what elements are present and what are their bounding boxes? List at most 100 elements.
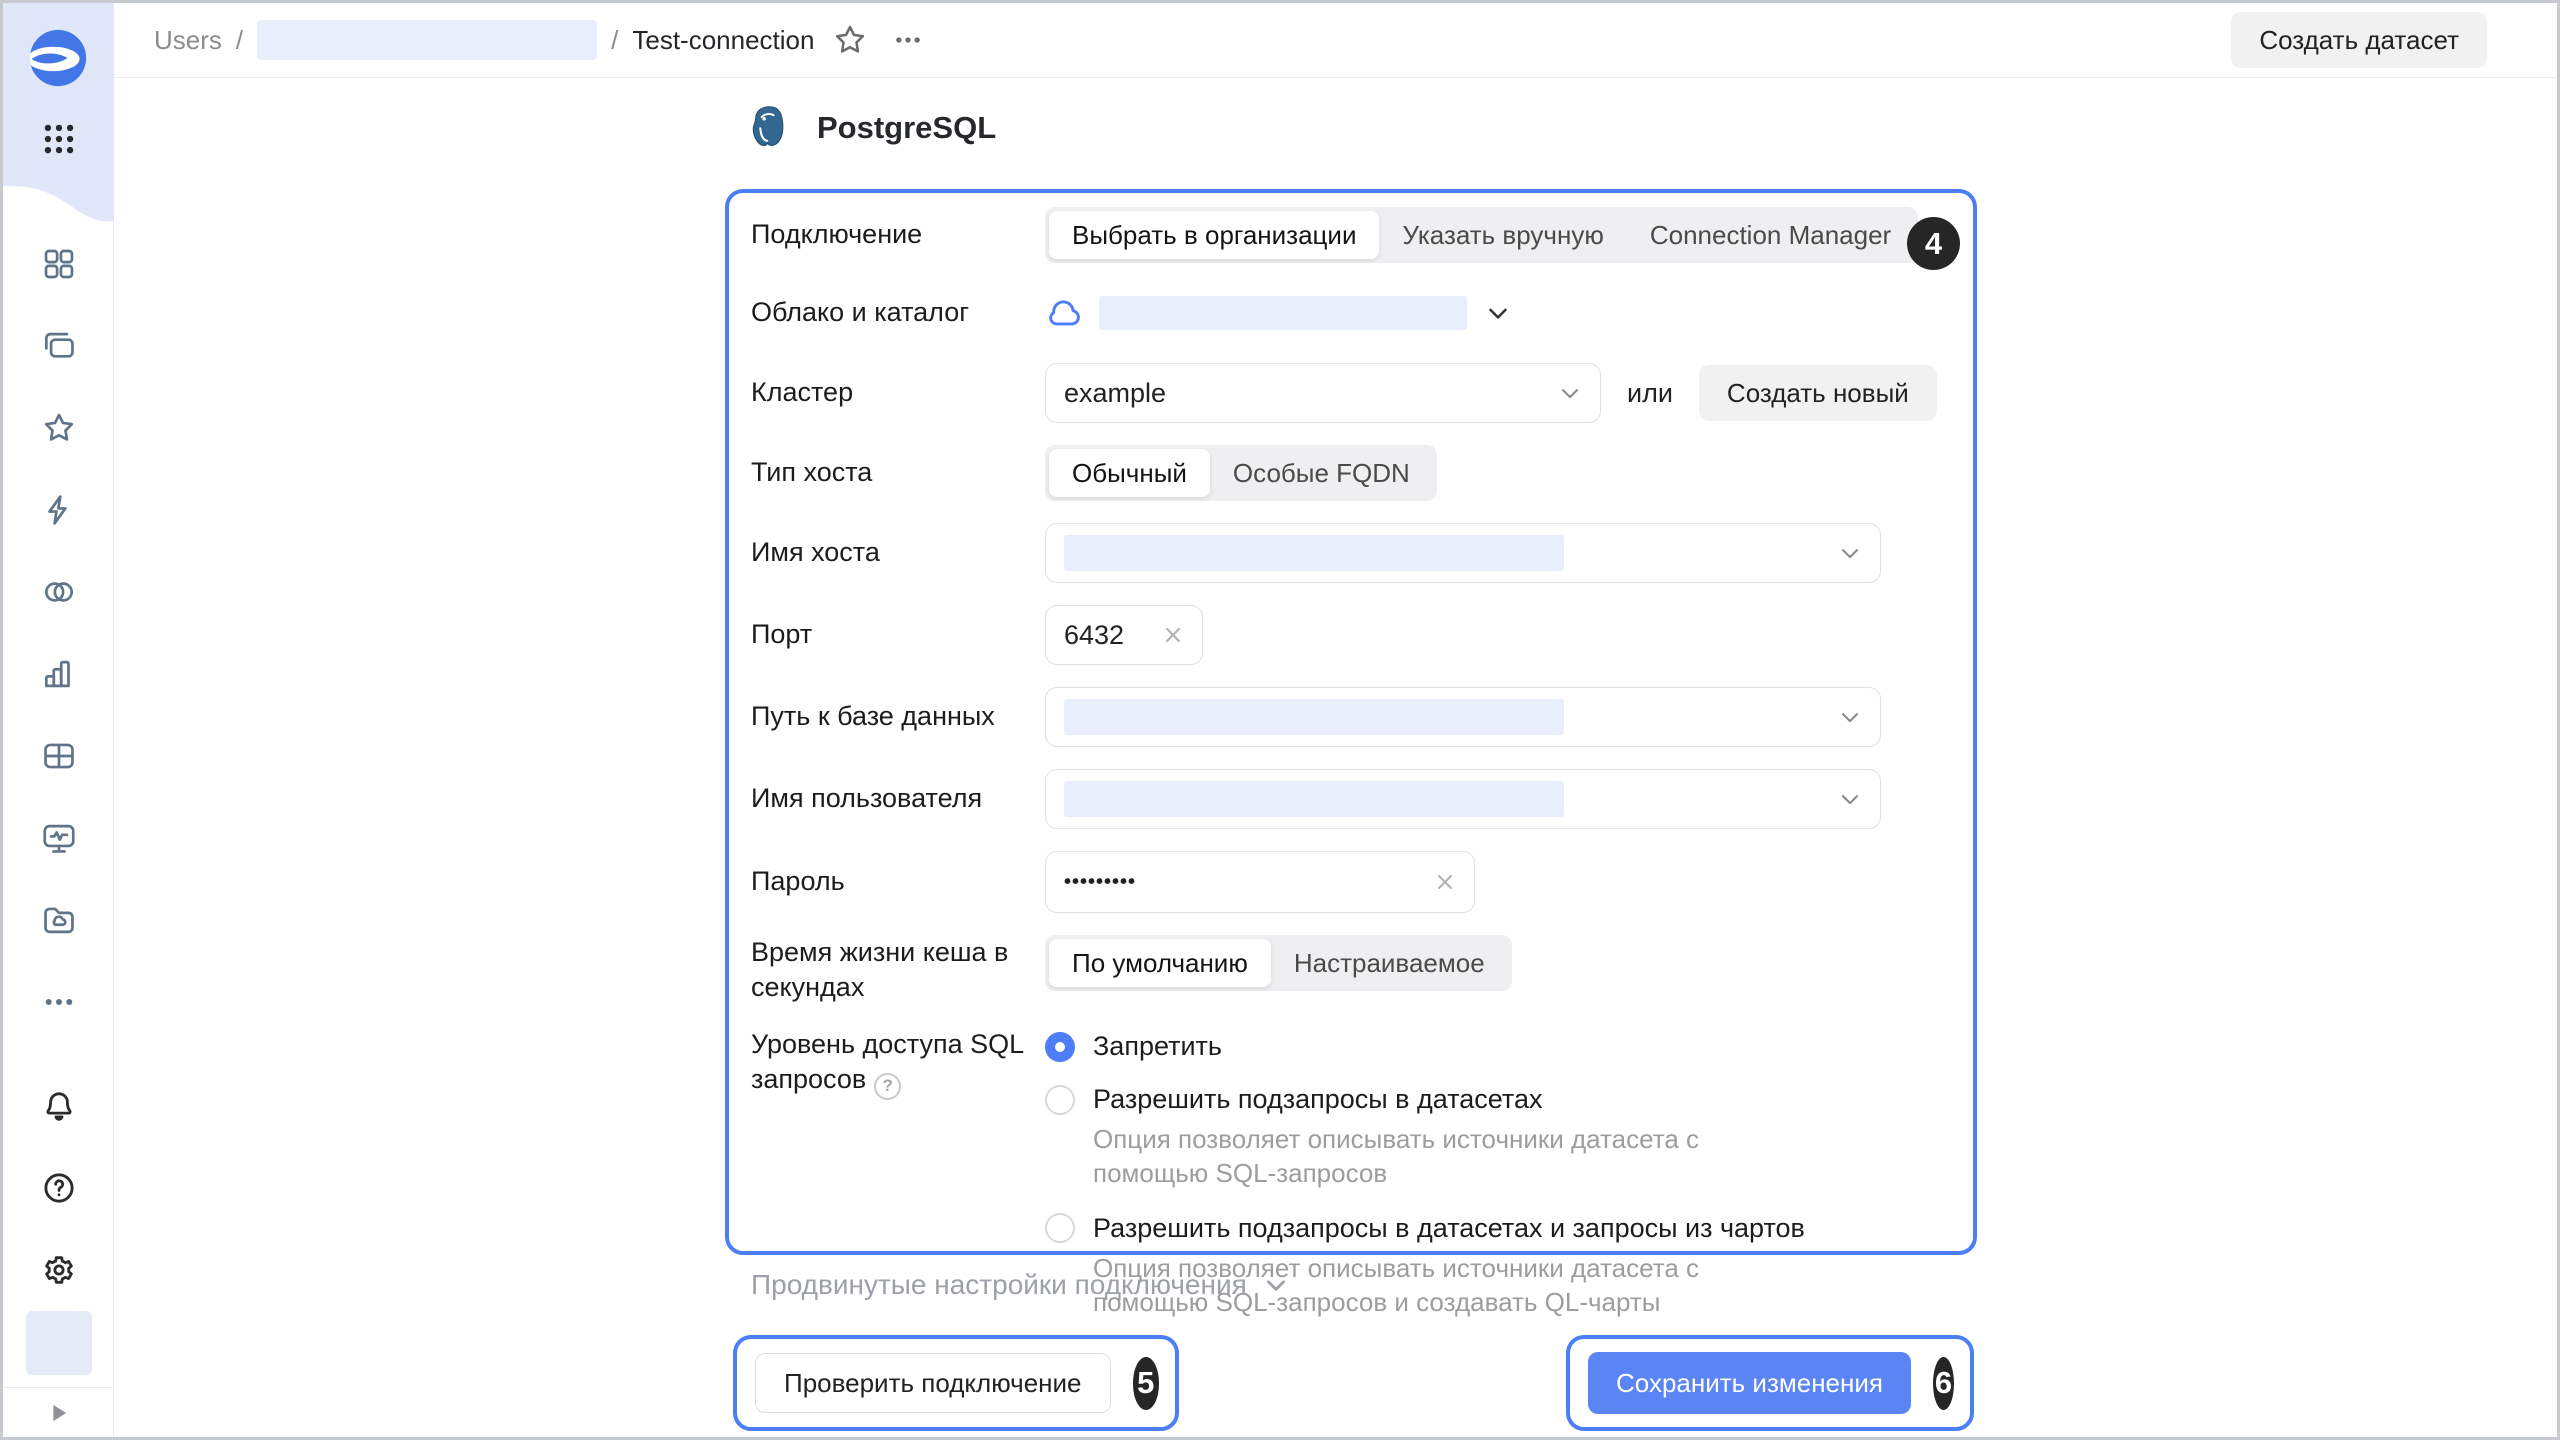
tab-host-fqdn[interactable]: Особые FQDN <box>1210 449 1433 497</box>
page-title: PostgreSQL <box>817 110 997 145</box>
clear-icon[interactable] <box>1432 869 1458 895</box>
connection-tabs: Выбрать в организации Указать вручную Co… <box>1045 207 1919 263</box>
db-path-redacted-value <box>1064 699 1564 735</box>
charts-icon[interactable] <box>40 655 78 693</box>
more-menu-icon[interactable] <box>886 18 930 62</box>
page-header: PostgreSQL <box>745 103 996 153</box>
tab-choose-in-org[interactable]: Выбрать в организации <box>1049 211 1380 259</box>
favorites-star-icon[interactable] <box>40 409 78 447</box>
tab-manual[interactable]: Указать вручную <box>1379 211 1626 259</box>
row-connection: Подключение Выбрать в организации Указат… <box>751 207 1951 263</box>
advanced-settings-label: Продвинутые настройки подключения <box>751 1269 1247 1300</box>
topbar: Users / / Test-connection Создать датасе… <box>114 3 2557 78</box>
sql-access-label: Уровень доступа SQL запросов? <box>751 1027 1045 1100</box>
apps-grid-icon[interactable] <box>40 120 78 158</box>
cloud-catalog-control[interactable] <box>1045 296 1513 330</box>
cache-ttl-label: Время жизни кеша в секундах <box>751 937 1009 1003</box>
save-changes-highlight: Сохранить изменения 6 <box>1566 1335 1974 1431</box>
clear-icon[interactable] <box>1160 622 1186 648</box>
port-input[interactable]: 6432 <box>1045 605 1203 665</box>
hostname-redacted-value <box>1064 535 1564 571</box>
check-connection-button[interactable]: Проверить подключение <box>755 1353 1111 1413</box>
cloud-catalog-label: Облако и каталог <box>751 297 970 328</box>
connections-lightning-icon[interactable] <box>40 491 78 529</box>
option-description: Опция позволяет описывать источники дата… <box>1093 1124 1700 1188</box>
advanced-settings-toggle[interactable]: Продвинутые настройки подключения <box>751 1269 1291 1301</box>
tab-cache-default[interactable]: По умолчанию <box>1049 939 1271 987</box>
port-value: 6432 <box>1064 619 1125 650</box>
favorite-star-icon[interactable] <box>828 18 872 62</box>
more-ellipsis-icon[interactable] <box>40 983 78 1021</box>
breadcrumb: Users / / Test-connection <box>154 18 930 62</box>
cluster-select[interactable]: example <box>1045 363 1601 423</box>
create-dataset-button[interactable]: Создать датасет <box>2231 12 2487 68</box>
host-type-label: Тип хоста <box>751 457 873 488</box>
sql-option-allow-subqueries-and-charts: Разрешить подзапросы в датасетах и запро… <box>1045 1213 1805 1320</box>
db-path-select[interactable] <box>1045 687 1881 747</box>
collections-icon[interactable] <box>40 327 78 365</box>
datalens-logo-icon[interactable] <box>28 28 88 88</box>
save-changes-button[interactable]: Сохранить изменения <box>1588 1352 1911 1414</box>
username-redacted-value <box>1064 781 1564 817</box>
username-label: Имя пользователя <box>751 783 983 814</box>
chevron-down-icon <box>1556 379 1584 407</box>
radio-selected-icon[interactable] <box>1045 1031 1075 1062</box>
or-text: или <box>1627 377 1673 408</box>
row-cache-ttl: Время жизни кеша в секундах По умолчанию… <box>751 935 1951 1005</box>
host-type-tabs: Обычный Особые FQDN <box>1045 445 1437 501</box>
tab-host-regular[interactable]: Обычный <box>1049 449 1210 497</box>
postgresql-logo-icon <box>752 106 784 147</box>
step-badge-5: 5 <box>1132 1356 1159 1410</box>
create-new-cluster-button[interactable]: Создать новый <box>1698 365 1937 421</box>
user-avatar[interactable] <box>26 1311 92 1375</box>
chevron-down-icon <box>1836 539 1864 567</box>
app-window: Users / / Test-connection Создать датасе… <box>0 0 2560 1440</box>
tab-connection-manager[interactable]: Connection Manager <box>1627 211 1914 259</box>
hostname-select[interactable] <box>1045 523 1881 583</box>
check-connection-highlight: Проверить подключение 5 <box>733 1335 1179 1431</box>
chevron-down-icon <box>1836 785 1864 813</box>
step-badge-4: 4 <box>1907 217 1960 270</box>
row-port: Порт 6432 <box>751 605 1951 665</box>
notifications-bell-icon[interactable] <box>40 1087 78 1125</box>
hostname-label: Имя хоста <box>751 537 880 568</box>
monitoring-icon[interactable] <box>40 819 78 857</box>
radio-icon[interactable] <box>1045 1213 1075 1244</box>
password-input[interactable]: ••••••••• <box>1045 851 1475 913</box>
tab-cache-custom[interactable]: Настраиваемое <box>1271 939 1508 987</box>
dashboards-icon[interactable] <box>40 245 78 283</box>
row-cloud-catalog: Облако и каталог <box>751 285 1951 341</box>
help-circle-icon[interactable] <box>40 1169 78 1207</box>
username-select[interactable] <box>1045 769 1881 829</box>
radio-icon[interactable] <box>1045 1084 1075 1115</box>
datasets-circles-icon[interactable] <box>40 573 78 611</box>
tables-icon[interactable] <box>40 737 78 775</box>
row-hostname: Имя хоста <box>751 523 1951 583</box>
settings-gear-icon[interactable] <box>40 1251 78 1289</box>
breadcrumb-current: Test-connection <box>632 24 815 55</box>
sidebar-footer <box>3 1387 113 1437</box>
chevron-down-icon <box>1836 703 1864 731</box>
row-password: Пароль ••••••••• <box>751 851 1951 913</box>
row-db-path: Путь к базе данных <box>751 687 1951 747</box>
storage-folder-icon[interactable] <box>40 901 78 939</box>
row-cluster: Кластер example или Создать новый <box>751 363 1951 423</box>
cluster-value: example <box>1064 377 1167 408</box>
help-question-icon[interactable]: ? <box>874 1072 902 1100</box>
breadcrumb-separator: / <box>235 24 244 55</box>
sidebar-nav <box>3 245 114 1021</box>
row-username: Имя пользователя <box>751 769 1951 829</box>
cluster-label: Кластер <box>751 377 854 408</box>
expand-panel-icon[interactable] <box>44 1399 72 1427</box>
connection-form: 4 Подключение Выбрать в организации Указ… <box>725 189 1977 1317</box>
chevron-down-icon[interactable] <box>1483 298 1513 328</box>
cloud-icon <box>1049 300 1080 326</box>
cloud-catalog-redacted-value <box>1099 296 1467 330</box>
sql-option-allow-subqueries: Разрешить подзапросы в датасетах Опция п… <box>1045 1084 1805 1191</box>
row-host-type: Тип хоста Обычный Особые FQDN <box>751 445 1951 501</box>
db-path-label: Путь к базе данных <box>751 701 995 732</box>
password-label: Пароль <box>751 866 845 897</box>
breadcrumb-separator: / <box>611 24 619 55</box>
breadcrumb-root[interactable]: Users <box>154 25 222 56</box>
breadcrumb-redacted-item[interactable] <box>257 20 598 60</box>
